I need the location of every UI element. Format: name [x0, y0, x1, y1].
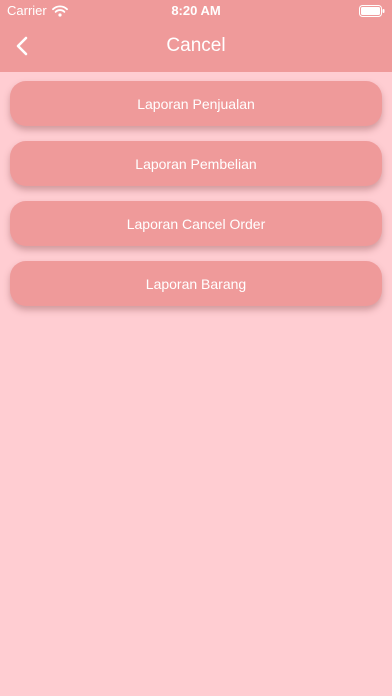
app-bar: Carrier 8:20 AM Cancel	[0, 0, 392, 72]
page-title: Cancel	[166, 35, 226, 56]
laporan-barang-button[interactable]: Laporan Barang	[10, 261, 382, 306]
battery-icon	[359, 5, 385, 17]
clock: 8:20 AM	[171, 3, 221, 18]
laporan-pembelian-button[interactable]: Laporan Pembelian	[10, 141, 382, 186]
report-menu: Laporan Penjualan Laporan Pembelian Lapo…	[10, 81, 382, 321]
status-bar: Carrier 8:20 AM	[0, 0, 392, 22]
laporan-cancel-order-button[interactable]: Laporan Cancel Order	[10, 201, 382, 246]
laporan-penjualan-button[interactable]: Laporan Penjualan	[10, 81, 382, 126]
